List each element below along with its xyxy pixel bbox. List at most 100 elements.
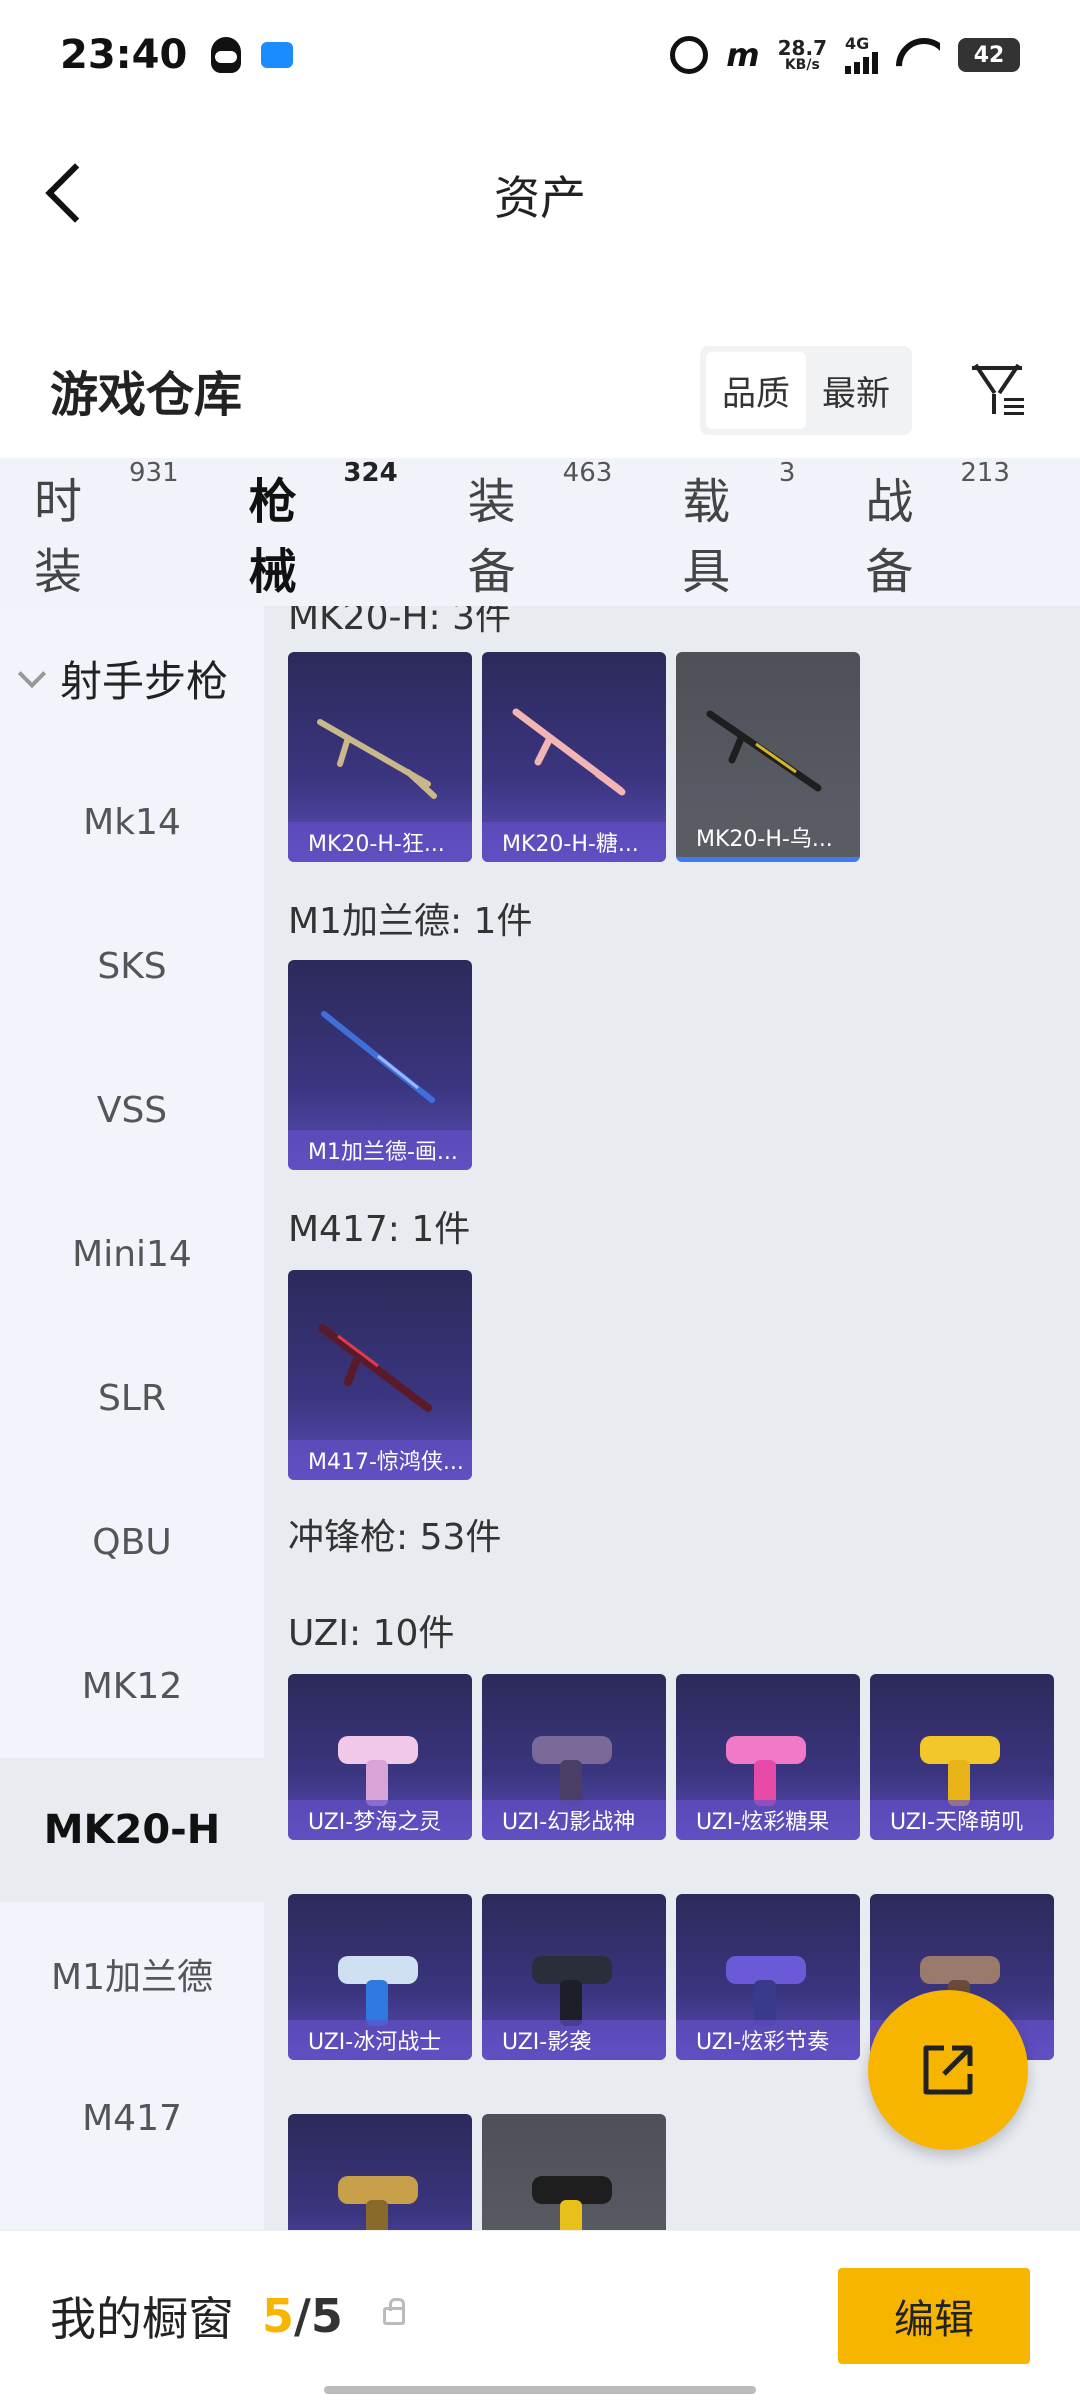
chevron-down-icon <box>17 659 47 689</box>
sidebar-group-label: 射手步枪 <box>60 656 229 706</box>
smg-image <box>338 2176 418 2230</box>
skin-card-label: UZI-幻影战神 <box>482 1800 666 1840</box>
rifle-image <box>512 708 626 796</box>
section-header-m1: M1加兰德: 1件 <box>288 901 533 942</box>
smg-image <box>532 2176 612 2230</box>
showcase-bar: 我的橱窗 5/5 编辑 <box>0 2230 1080 2400</box>
tab-firearms[interactable]: 枪械 324 <box>248 458 398 630</box>
tab-equipment[interactable]: 装备 463 <box>467 458 613 602</box>
showcase-separator: / <box>294 2288 311 2343</box>
tab-gear[interactable]: 战备 213 <box>865 458 1010 602</box>
tab-label: 载具 <box>682 474 731 600</box>
skin-card[interactable]: UZI-影袭 <box>482 1894 666 2060</box>
tab-count: 324 <box>343 458 398 488</box>
showcase-count: 5/5 <box>262 2289 343 2343</box>
sidebar-item-mk20h[interactable]: MK20-H <box>0 1758 264 1902</box>
skin-card[interactable]: UZI-天降萌叽 <box>870 1674 1054 1840</box>
skin-card[interactable]: MK20-H-乌... <box>676 652 860 862</box>
share-button[interactable] <box>868 1990 1028 2150</box>
tab-label: 装备 <box>467 474 516 600</box>
skin-card[interactable]: UZI-炫彩糖果 <box>676 1674 860 1840</box>
wifi-icon <box>896 38 940 72</box>
sort-quality-button[interactable]: 品质 <box>706 351 806 429</box>
rifle-image <box>321 1011 435 1103</box>
edit-button[interactable]: 编辑 <box>838 2267 1030 2364</box>
skin-card-label: M1加兰德-画... <box>288 1130 472 1170</box>
skin-card[interactable]: UZI-炫彩节奏 <box>676 1894 860 2060</box>
tab-count: 213 <box>960 458 1010 488</box>
sort-toggle: 品质 最新 <box>700 345 912 435</box>
tab-count: 931 <box>128 458 179 488</box>
sidebar-group-marksman[interactable]: 射手步枪 <box>0 606 264 750</box>
section-header-m417: M417: 1件 <box>288 1209 471 1250</box>
rifle-image <box>317 719 437 799</box>
section-header-smg: 冲锋枪: 53件 <box>288 1517 502 1558</box>
message-app-icon <box>261 42 294 68</box>
tab-label: 时装 <box>34 474 83 600</box>
skin-card[interactable]: MK20-H-糖... <box>482 652 666 862</box>
skin-card-label: MK20-H-乌... <box>676 817 860 857</box>
sort-newest-button[interactable]: 最新 <box>806 352 906 429</box>
category-tabs: 时装 931 枪械 324 装备 463 载具 3 战备 213 <box>0 458 1080 630</box>
rifle-image <box>318 1324 432 1412</box>
tab-count: 3 <box>778 458 796 488</box>
sidebar-item-vss[interactable]: VSS <box>0 1038 264 1182</box>
showcase-current: 5 <box>262 2288 295 2343</box>
signal-indicator: 4G <box>845 36 878 74</box>
tab-label: 枪械 <box>248 474 297 600</box>
skin-card-label: MK20-H-糖... <box>482 822 666 862</box>
skin-card[interactable]: MK20-H-狂... <box>288 652 472 862</box>
weapon-content: MK20-H: 3件 MK20-H-狂... MK20-H-糖... MK20-… <box>264 606 1080 2230</box>
skin-card-label: UZI-影袭 <box>482 2020 666 2060</box>
alarm-icon <box>670 36 709 74</box>
skin-card[interactable]: UZI-幻影战神 <box>482 1674 666 1840</box>
home-indicator[interactable] <box>324 2386 756 2394</box>
warehouse-title: 游戏仓库 <box>50 367 243 423</box>
sidebar-item-sks[interactable]: SKS <box>0 894 264 1038</box>
status-bar: 23:40 m 28.7 KB/s 4G 42 <box>0 0 1080 110</box>
skin-card[interactable] <box>288 2114 472 2230</box>
signal-bars-icon <box>845 52 878 74</box>
filter-button[interactable] <box>970 360 1030 420</box>
sidebar-item-mk12[interactable]: MK12 <box>0 1614 264 1758</box>
skin-card-label: MK20-H-狂... <box>288 822 472 862</box>
tab-count: 463 <box>562 458 613 488</box>
skin-card[interactable] <box>482 2114 666 2230</box>
rifle-image <box>706 710 822 792</box>
skin-card-label: UZI-炫彩节奏 <box>676 2020 860 2060</box>
warehouse-bar: 游戏仓库 品质 最新 <box>0 330 1080 450</box>
net-speed: 28.7 KB/s <box>778 38 827 72</box>
skin-card[interactable]: M417-惊鸿侠... <box>288 1270 472 1480</box>
tab-vehicles[interactable]: 载具 3 <box>682 458 795 602</box>
sidebar-item-mini14[interactable]: Mini14 <box>0 1182 264 1326</box>
section-header-mk20h: MK20-H: 3件 <box>288 606 512 638</box>
skin-card-label: UZI-冰河战士 <box>288 2020 472 2060</box>
skin-card-label: UZI-炫彩糖果 <box>676 1800 860 1840</box>
battery-icon: 42 <box>958 38 1020 72</box>
sidebar-item-m1-garand[interactable]: M1加兰德 <box>0 1902 264 2046</box>
qq-icon <box>211 37 242 73</box>
weapon-sidebar: 射手步枪 Mk14 SKS VSS Mini14 SLR QBU MK12 MK… <box>0 606 264 2230</box>
section-header-uzi: UZI: 10件 <box>288 1613 455 1654</box>
sidebar-item-m417[interactable]: M417 <box>0 2046 264 2190</box>
network-type: 4G <box>845 34 870 53</box>
net-speed-unit: KB/s <box>784 57 820 73</box>
showcase-total: 5 <box>310 2288 343 2343</box>
skin-card[interactable]: UZI-冰河战士 <box>288 1894 472 2060</box>
showcase-title: 我的橱窗 <box>50 2291 234 2346</box>
status-time: 23:40 <box>60 32 188 78</box>
skin-card[interactable]: UZI-梦海之灵 <box>288 1674 472 1840</box>
tab-fashion[interactable]: 时装 931 <box>34 458 179 602</box>
sidebar-item-slr[interactable]: SLR <box>0 1326 264 1470</box>
page-title: 资产 <box>494 171 586 225</box>
carrier-logo-icon: m <box>726 36 760 74</box>
skin-card[interactable]: M1加兰德-画... <box>288 960 472 1170</box>
sidebar-item-qbu[interactable]: QBU <box>0 1470 264 1614</box>
net-speed-value: 28.7 <box>777 36 827 60</box>
app-header: 资产 <box>0 110 1080 280</box>
lock-icon <box>382 2297 405 2325</box>
skin-card-label: M417-惊鸿侠... <box>288 1440 472 1480</box>
skin-card-label: UZI-天降萌叽 <box>870 1800 1054 1840</box>
sidebar-item-mk14[interactable]: Mk14 <box>0 750 264 894</box>
back-button[interactable] <box>40 160 100 230</box>
